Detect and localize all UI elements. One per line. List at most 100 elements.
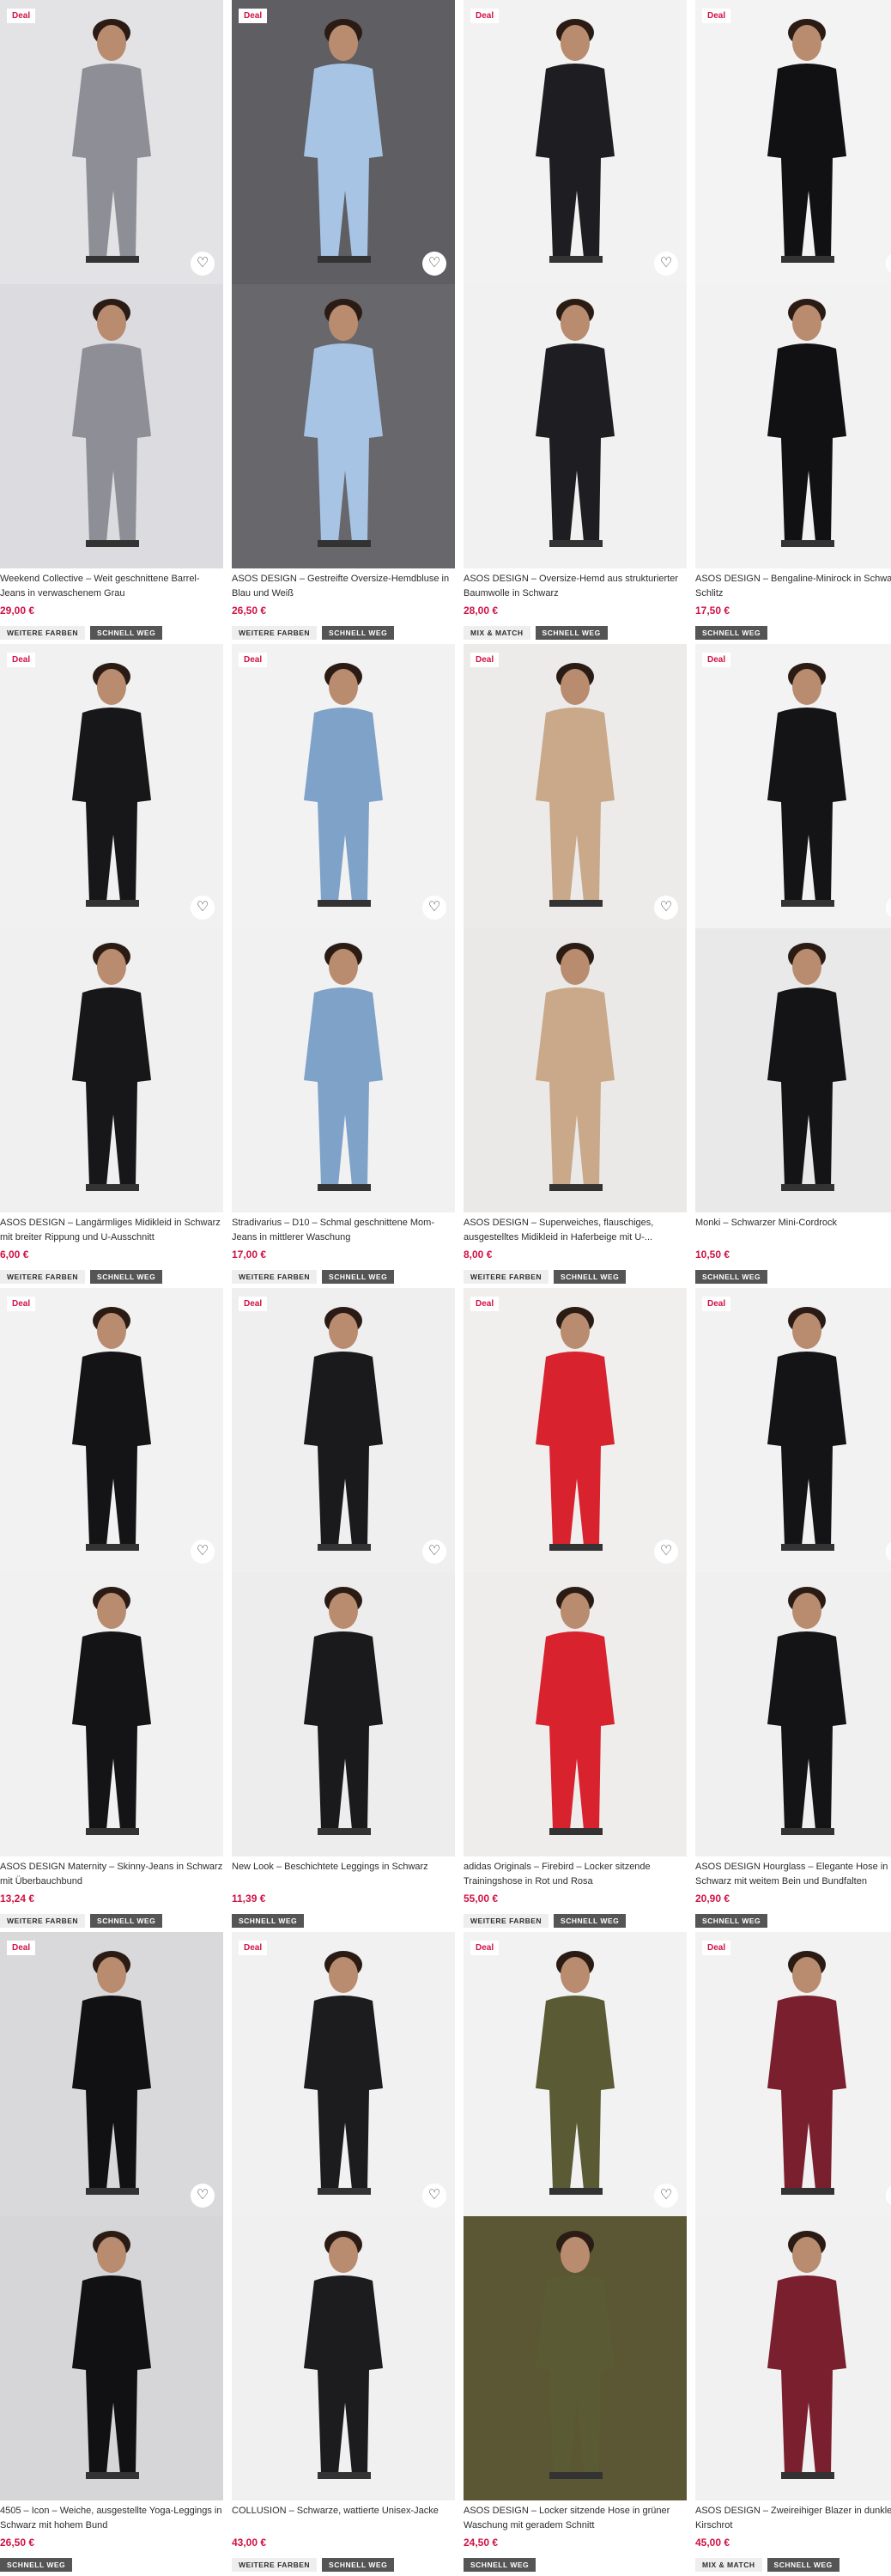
product-image[interactable]: Deal♡	[695, 644, 891, 928]
selling-fast-badge: SCHNELL WEG	[464, 2558, 536, 2572]
product-card[interactable]: Deal ♡ New Look – Beschichtete Leggings in…	[232, 1288, 455, 1932]
product-card[interactable]: Deal♡ Monki – Schwarzer Mini-Cordrock 10,5…	[695, 644, 891, 1288]
selling-fast-badge: SCHNELL WEG	[554, 1270, 627, 1284]
product-image-alternate[interactable]	[695, 2216, 891, 2500]
product-image-alternate[interactable]	[0, 2216, 223, 2500]
product-tags: MIX & MATCH SCHNELL WEG	[464, 624, 687, 640]
product-title-link[interactable]: ASOS DESIGN Maternity – Skinny-Jeans in …	[0, 1860, 223, 1889]
product-image-alternate[interactable]	[695, 928, 891, 1212]
product-tags: SCHNELL WEG	[695, 624, 891, 640]
product-title-link[interactable]: New Look – Beschichtete Leggings in Schw…	[232, 1860, 455, 1889]
save-heart-icon[interactable]: ♡	[422, 896, 446, 920]
product-image[interactable]: Deal♡	[464, 0, 687, 284]
product-grid: Deal ♡ Weekend Collective – Weit geschnitt…	[0, 0, 891, 2576]
product-card[interactable]: Deal ♡ 4505 – Icon – Weiche, ausgestellte …	[0, 1932, 223, 2576]
product-title-link[interactable]: ASOS DESIGN – Gestreifte Oversize-Hemdbl…	[232, 572, 455, 601]
save-heart-icon[interactable]: ♡	[191, 1540, 215, 1564]
product-image[interactable]: Deal♡	[0, 644, 223, 928]
product-image-alternate[interactable]	[464, 284, 687, 568]
product-card[interactable]: Deal ♡ ASOS DESIGN – Locker sitzende Hose …	[464, 1932, 687, 2576]
product-info: Monki – Schwarzer Mini-Cordrock 10,50 € SC…	[695, 1212, 891, 1284]
product-image-alternate[interactable]	[232, 2216, 455, 2500]
product-title-link[interactable]: ASOS DESIGN – Langärmliges Midikleid in …	[0, 1216, 223, 1245]
product-title-link[interactable]: ASOS DESIGN – Superweiches, flauschiges,…	[464, 1216, 687, 1245]
model-silhouette	[72, 1587, 151, 1835]
product-image[interactable]: Deal♡	[232, 1288, 455, 1572]
product-price: 17,00 €	[232, 1249, 267, 1261]
product-title-link[interactable]: Weekend Collective – Weit geschnittene B…	[0, 572, 223, 601]
product-card[interactable]: Deal♡ ASOS DESIGN – Bengaline-Minirock in…	[695, 0, 891, 644]
product-image[interactable]: Deal♡	[695, 1288, 891, 1572]
product-image-alternate[interactable]	[464, 928, 687, 1212]
product-image-alternate[interactable]	[232, 1572, 455, 1856]
product-title-link[interactable]: ASOS DESIGN – Zweireihiger Blazer in dun…	[695, 2504, 891, 2533]
more-colours-badge: WEITERE FARBEN	[0, 626, 86, 640]
product-card[interactable]: Deal ♡ Stradivarius – D10 – Schmal geschni…	[232, 644, 455, 1288]
product-image-alternate[interactable]	[464, 1572, 687, 1856]
product-image-alternate[interactable]	[232, 284, 455, 568]
product-title-link[interactable]: ASOS DESIGN – Locker sitzende Hose in gr…	[464, 2504, 687, 2533]
product-title-link[interactable]: COLLUSION – Schwarze, wattierte Unisex-J…	[232, 2504, 455, 2533]
product-image-alternate[interactable]	[464, 2216, 687, 2500]
product-image[interactable]: Deal♡	[464, 1932, 687, 2216]
product-image[interactable]: Deal♡	[232, 0, 455, 284]
product-image[interactable]: Deal♡	[0, 0, 223, 284]
product-title-link[interactable]: Monki – Schwarzer Mini-Cordrock	[695, 1216, 891, 1245]
product-image-alternate[interactable]	[0, 928, 223, 1212]
product-title-link[interactable]: ASOS DESIGN – Oversize-Hemd aus struktur…	[464, 572, 687, 601]
model-silhouette	[767, 943, 846, 1191]
product-title-link[interactable]: Stradivarius – D10 – Schmal geschnittene…	[232, 1216, 455, 1245]
product-title-link[interactable]: adidas Originals – Firebird – Locker sit…	[464, 1860, 687, 1889]
product-title-link[interactable]: 4505 – Icon – Weiche, ausgestellte Yoga-…	[0, 2504, 223, 2533]
product-title-link[interactable]: ASOS DESIGN – Bengaline-Minirock in Schw…	[695, 572, 891, 601]
product-card[interactable]: Deal ♡ COLLUSION – Schwarze, wattierte Uni…	[232, 1932, 455, 2576]
save-heart-icon[interactable]: ♡	[191, 896, 215, 920]
product-price: 13,24 €	[0, 1893, 35, 1905]
product-image-alternate[interactable]	[0, 1572, 223, 1856]
save-heart-icon[interactable]: ♡	[422, 252, 446, 276]
model-silhouette	[72, 943, 151, 1191]
product-image[interactable]: Deal ♡	[0, 1932, 223, 2216]
save-heart-icon[interactable]: ♡	[422, 2184, 446, 2208]
product-card[interactable]: Deal ♡ ASOS DESIGN Maternity – Skinny-Jean…	[0, 1288, 223, 1932]
product-card[interactable]: Deal ♡ ASOS DESIGN – Superweiches, flausch…	[464, 644, 687, 1288]
product-image[interactable]: Deal♡	[464, 1288, 687, 1572]
product-image-alternate[interactable]	[695, 1572, 891, 1856]
save-heart-icon[interactable]: ♡	[654, 1540, 678, 1564]
product-image[interactable]: Deal♡	[695, 0, 891, 284]
product-image[interactable]: Deal♡	[0, 1288, 223, 1572]
product-tags: SCHNELL WEG	[695, 1912, 891, 1928]
model-silhouette	[304, 2231, 383, 2479]
product-tags: WEITERE FARBEN SCHNELL WEG	[0, 1912, 223, 1928]
save-heart-icon[interactable]: ♡	[654, 2184, 678, 2208]
save-heart-icon[interactable]: ♡	[654, 896, 678, 920]
product-image-alternate[interactable]	[0, 284, 223, 568]
product-title-link[interactable]: ASOS DESIGN Hourglass – Elegante Hose in…	[695, 1860, 891, 1889]
save-heart-icon[interactable]: ♡	[422, 1540, 446, 1564]
product-card[interactable]: Deal♡ ASOS DESIGN – Zweireihiger Blazer i…	[695, 1932, 891, 2576]
more-colours-badge: WEITERE FARBEN	[232, 626, 318, 640]
save-heart-icon[interactable]: ♡	[191, 252, 215, 276]
deal-badge: Deal	[7, 1941, 36, 1955]
product-image[interactable]: Deal♡	[232, 1932, 455, 2216]
product-card[interactable]: Deal ♡ Weekend Collective – Weit geschnitt…	[0, 0, 223, 644]
more-colours-badge: WEITERE FARBEN	[464, 1270, 549, 1284]
product-card[interactable]: Deal ♡ adidas Originals – Firebird – Locke…	[464, 1288, 687, 1932]
product-card[interactable]: Deal♡ ASOS DESIGN Hourglass – Elegante Ho…	[695, 1288, 891, 1932]
mix-match-badge: MIX & MATCH	[695, 2558, 762, 2572]
selling-fast-badge: SCHNELL WEG	[322, 2558, 395, 2572]
more-colours-badge: WEITERE FARBEN	[232, 2558, 318, 2572]
save-heart-icon[interactable]: ♡	[191, 2184, 215, 2208]
model-silhouette	[304, 299, 383, 547]
product-card[interactable]: Deal ♡ ASOS DESIGN – Oversize-Hemd aus str…	[464, 0, 687, 644]
product-card[interactable]: Deal ♡ ASOS DESIGN – Gestreifte Oversize-H…	[232, 0, 455, 644]
product-card[interactable]: Deal ♡ ASOS DESIGN – Langärmliges Midiklei…	[0, 644, 223, 1288]
product-image[interactable]: Deal♡	[464, 644, 687, 928]
product-price: 29,00 €	[0, 605, 35, 617]
product-image[interactable]: Deal♡	[232, 644, 455, 928]
product-image-alternate[interactable]	[232, 928, 455, 1212]
deal-badge: Deal	[702, 9, 731, 23]
save-heart-icon[interactable]: ♡	[654, 252, 678, 276]
product-image-alternate[interactable]	[695, 284, 891, 568]
product-image[interactable]: Deal♡	[695, 1932, 891, 2216]
